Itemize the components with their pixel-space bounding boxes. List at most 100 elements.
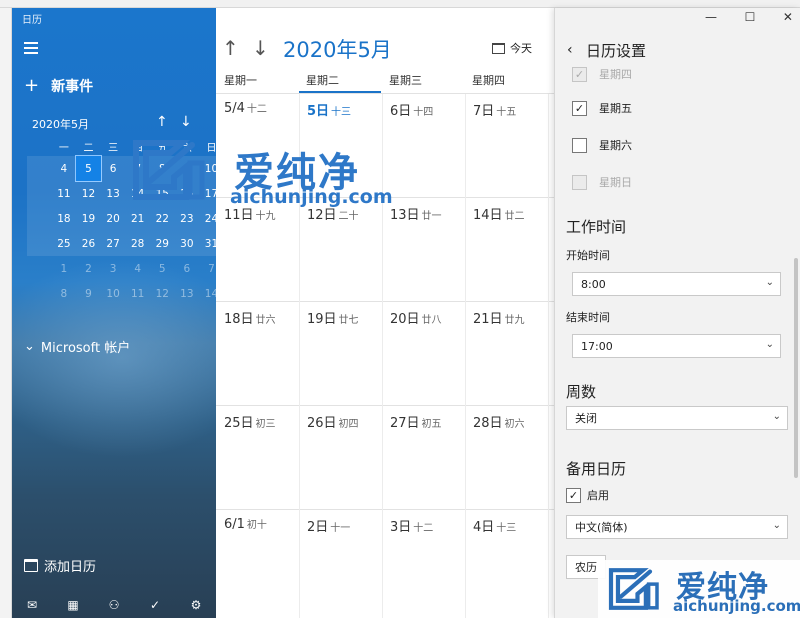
day-cell[interactable]: 6日 十四 bbox=[390, 100, 433, 119]
calendar-icon[interactable]: ▦ bbox=[63, 598, 83, 612]
mini-day[interactable]: 11 bbox=[125, 281, 150, 306]
mini-day[interactable]: 20 bbox=[100, 206, 126, 231]
new-event-button[interactable]: + 新事件 bbox=[24, 76, 93, 96]
day-cell[interactable]: 7日 十五 bbox=[473, 100, 516, 119]
mini-day[interactable]: 6 bbox=[175, 256, 200, 281]
mini-day[interactable]: 31 bbox=[199, 231, 216, 256]
mini-day[interactable]: 24 bbox=[199, 206, 216, 231]
lunar-date: 十四 bbox=[413, 107, 434, 118]
day-cell[interactable]: 4日 十三 bbox=[473, 516, 516, 535]
day-cell[interactable]: 27日 初五 bbox=[390, 412, 442, 431]
mini-day[interactable]: 29 bbox=[149, 231, 175, 256]
mail-icon[interactable]: ✉ bbox=[22, 598, 42, 612]
lunar-date: 廿九 bbox=[504, 315, 525, 326]
day-cell[interactable]: 13日 廿一 bbox=[390, 204, 442, 223]
day-cell[interactable]: 5/4 十二 bbox=[224, 100, 267, 116]
mini-day[interactable]: 10 bbox=[101, 281, 126, 306]
day-cell[interactable]: 14日 廿二 bbox=[473, 204, 525, 223]
mini-day[interactable]: 30 bbox=[174, 231, 200, 256]
checkbox[interactable] bbox=[572, 174, 587, 190]
mini-next-month-icon[interactable]: ↓ bbox=[180, 114, 192, 130]
day-cell[interactable]: 6/1 初十 bbox=[224, 516, 267, 532]
lunar-date: 十二 bbox=[246, 104, 267, 115]
month-title[interactable]: 2020年5月 bbox=[283, 34, 392, 64]
microsoft-account-toggle[interactable]: ⌄ Microsoft 帐户 bbox=[24, 337, 130, 356]
checkbox[interactable] bbox=[572, 137, 587, 153]
day-checkbox-thursday[interactable]: ✓ 星期四 bbox=[572, 66, 632, 82]
checkbox-label: 启用 bbox=[587, 489, 609, 502]
day-cell[interactable]: 19日 廿七 bbox=[307, 308, 359, 327]
close-icon[interactable]: ✕ bbox=[783, 10, 793, 24]
maximize-icon[interactable]: ☐ bbox=[745, 10, 756, 24]
checkbox[interactable]: ✓ bbox=[572, 100, 587, 116]
lunar-date: 初三 bbox=[255, 419, 276, 430]
mini-day[interactable]: 28 bbox=[125, 231, 150, 256]
add-calendar-button[interactable]: 添加日历 bbox=[24, 556, 96, 575]
day-cell[interactable]: 2日 十一 bbox=[307, 516, 350, 535]
mini-day[interactable]: 13 bbox=[175, 281, 200, 306]
background-app-gutter bbox=[0, 8, 12, 618]
day-cell[interactable]: 21日 廿九 bbox=[473, 308, 525, 327]
mini-calendar-month[interactable]: 2020年5月 bbox=[32, 116, 89, 132]
lunar-date: 十三 bbox=[331, 107, 352, 118]
mini-day[interactable]: 23 bbox=[174, 206, 200, 231]
hamburger-menu-icon[interactable] bbox=[24, 42, 38, 54]
mini-day[interactable]: 11 bbox=[51, 181, 77, 206]
end-time-select[interactable]: 17:00 ⌄ bbox=[572, 334, 781, 358]
day-cell[interactable]: 28日 初六 bbox=[473, 412, 525, 431]
day-number: 18日 bbox=[224, 312, 254, 327]
mini-day[interactable]: 13 bbox=[100, 181, 126, 206]
todo-check-icon[interactable]: ✓ bbox=[145, 598, 165, 612]
mini-day[interactable]: 1 bbox=[52, 256, 77, 281]
mini-day[interactable]: 14 bbox=[199, 281, 216, 306]
mini-day[interactable]: 5 bbox=[75, 155, 102, 182]
mini-day[interactable]: 7 bbox=[199, 256, 216, 281]
mini-day[interactable]: 18 bbox=[51, 206, 77, 231]
mini-day[interactable]: 4 bbox=[125, 256, 150, 281]
mini-day[interactable]: 21 bbox=[125, 206, 150, 231]
weekday-label: 星期三 bbox=[389, 74, 422, 87]
settings-scrollbar[interactable] bbox=[794, 258, 798, 478]
day-cell[interactable]: 26日 初四 bbox=[307, 412, 359, 431]
mini-day[interactable]: 25 bbox=[51, 231, 77, 256]
checkbox[interactable]: ✓ bbox=[566, 487, 581, 503]
day-cell[interactable]: 5日 十三 bbox=[307, 100, 351, 119]
mini-day[interactable]: 19 bbox=[76, 206, 101, 231]
mini-day[interactable]: 12 bbox=[76, 181, 101, 206]
settings-gear-icon[interactable]: ⚙ bbox=[186, 598, 206, 612]
day-cell[interactable]: 18日 廿六 bbox=[224, 308, 276, 327]
day-checkbox-friday[interactable]: ✓ 星期五 bbox=[572, 100, 632, 116]
day-number: 12日 bbox=[307, 208, 337, 223]
mini-day[interactable]: 26 bbox=[76, 231, 101, 256]
today-button[interactable]: 今天 bbox=[492, 40, 532, 56]
day-cell[interactable]: 25日 初三 bbox=[224, 412, 276, 431]
day-cell[interactable]: 3日 十二 bbox=[390, 516, 433, 535]
week-numbers-value: 关闭 bbox=[575, 412, 597, 425]
day-checkbox-saturday[interactable]: 星期六 bbox=[572, 137, 632, 153]
start-time-select[interactable]: 8:00 ⌄ bbox=[572, 272, 781, 296]
mini-day[interactable]: 6 bbox=[100, 156, 126, 181]
alt-calendar-language-select[interactable]: 中文(简体) ⌄ bbox=[566, 515, 788, 539]
prev-month-arrow-icon[interactable]: ↑ bbox=[222, 36, 239, 60]
plus-icon: + bbox=[24, 75, 40, 96]
mini-day[interactable]: 12 bbox=[150, 281, 175, 306]
mini-prev-month-icon[interactable]: ↑ bbox=[156, 114, 168, 130]
enable-alt-calendar-checkbox[interactable]: ✓ 启用 bbox=[566, 487, 609, 503]
week-numbers-select[interactable]: 关闭 ⌄ bbox=[566, 406, 788, 430]
mini-day[interactable]: 9 bbox=[76, 281, 101, 306]
checkbox[interactable]: ✓ bbox=[572, 66, 587, 82]
mini-day[interactable]: 8 bbox=[52, 281, 77, 306]
day-checkbox-sunday[interactable]: 星期日 bbox=[572, 174, 632, 190]
mini-day[interactable]: 27 bbox=[100, 231, 126, 256]
mini-day[interactable]: 2 bbox=[76, 256, 101, 281]
day-cell[interactable]: 20日 廿八 bbox=[390, 308, 442, 327]
back-chevron-icon[interactable]: ‹ bbox=[567, 42, 573, 58]
lunar-date: 十九 bbox=[255, 211, 276, 222]
mini-day[interactable]: 3 bbox=[101, 256, 126, 281]
mini-day[interactable]: 5 bbox=[150, 256, 175, 281]
minimize-icon[interactable]: — bbox=[705, 10, 717, 24]
mini-day[interactable]: 22 bbox=[149, 206, 175, 231]
people-icon[interactable]: ⚇ bbox=[104, 598, 124, 612]
mini-day[interactable]: 4 bbox=[51, 156, 77, 181]
next-month-arrow-icon[interactable]: ↓ bbox=[252, 36, 269, 60]
